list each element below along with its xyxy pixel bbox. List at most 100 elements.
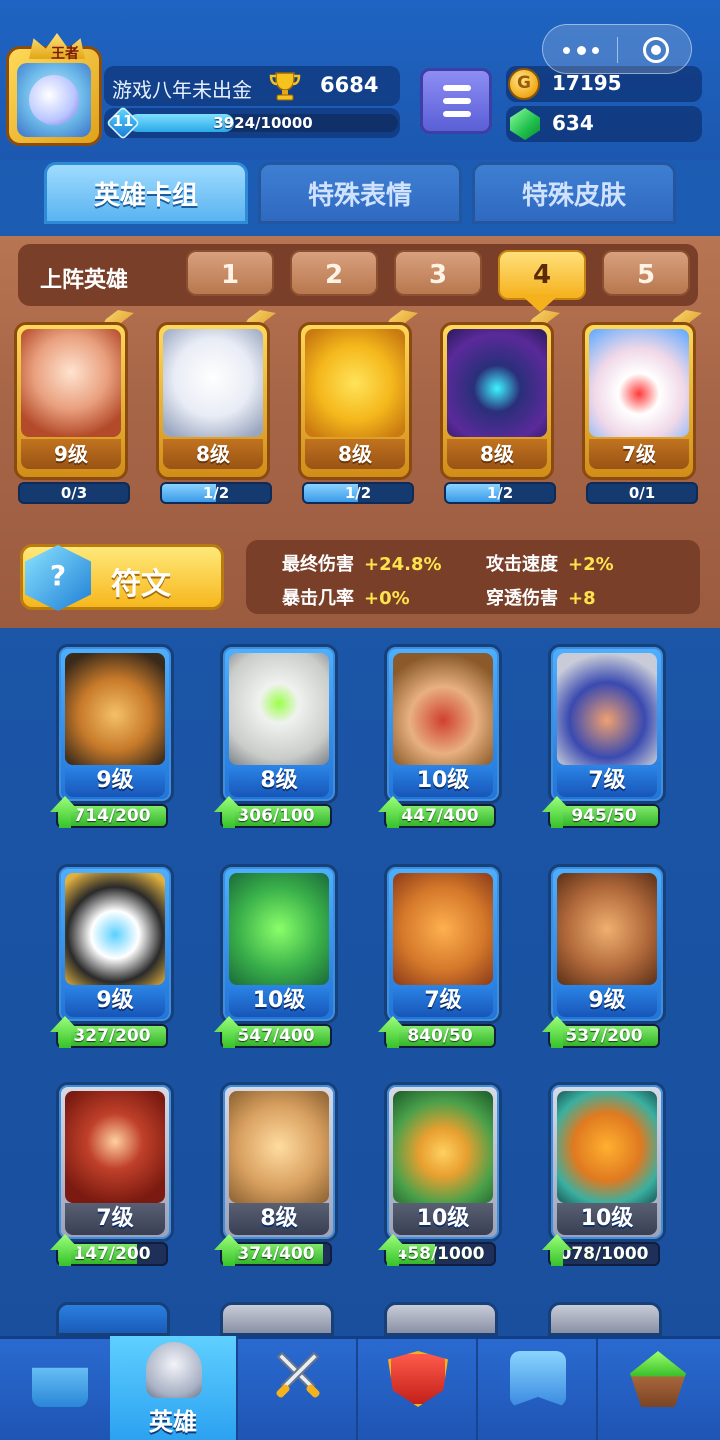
chef-portrait: [305, 329, 405, 437]
mummy-portrait: [229, 653, 329, 765]
hero-card-frame: 10级: [548, 1082, 666, 1242]
tab-special-skins[interactable]: 特殊皮肤: [472, 162, 676, 224]
tab-special-emotes[interactable]: 特殊表情: [258, 162, 462, 224]
nav-team[interactable]: [478, 1339, 598, 1440]
lineup-slot-5[interactable]: 5: [602, 250, 690, 296]
hero-card-level: 7级: [65, 1203, 165, 1235]
bandit-portrait: [393, 653, 493, 765]
hero-frame: 8级: [298, 322, 412, 480]
lineup-panel: 上阵英雄 1 2 3 4 5 9级 0/3 8级 1/2 8级 1/2 8级 1…: [0, 236, 720, 628]
hero-card-frame: 10级: [220, 864, 338, 1024]
hero-card-tribal-mask[interactable]: 10级 078/1000: [542, 1082, 666, 1278]
ghost-portrait: [163, 329, 263, 437]
hero-progress-text: 0/3: [60, 484, 88, 502]
hero-card-frame: 10级: [384, 644, 502, 804]
nav-island[interactable]: [598, 1339, 720, 1440]
tab-hero-deck[interactable]: 英雄卡组: [44, 162, 248, 224]
hero-card-frame: 8级: [220, 1082, 338, 1242]
hero-card-level: 10级: [557, 1203, 657, 1235]
hero-card-goggle-engineer[interactable]: 7级 147/200: [50, 1082, 174, 1278]
lineup-slot-4[interactable]: 4: [498, 250, 586, 300]
close-mini-program-icon[interactable]: [643, 37, 669, 63]
gem-amount: 634: [552, 111, 594, 135]
stat-label: 攻击速度: [486, 554, 558, 575]
hero-card-hooded-ranger[interactable]: 10级 458/1000: [378, 1082, 502, 1278]
hero-card-ogre[interactable]: 8级 374/400: [214, 1082, 338, 1278]
hero-card-mummy[interactable]: 8级 306/100: [214, 644, 338, 840]
hero-card-level: 10级: [393, 765, 493, 797]
rank-badge: 王者: [51, 46, 79, 62]
hero-level: 7级: [589, 439, 689, 469]
goggle-engineer-portrait: [65, 1091, 165, 1203]
panda-monk-portrait: [65, 873, 165, 985]
hero-card-frog-detective[interactable]: 10级 547/400: [214, 864, 338, 1060]
rune-label: 符文: [111, 567, 171, 602]
hero-card-panda-monk[interactable]: 9级 327/200: [50, 864, 174, 1060]
hero-card-archer-girl[interactable]: 7级 840/50: [378, 864, 502, 1060]
trophy-count: 6684: [320, 73, 379, 97]
lineup-slot-2[interactable]: 2: [290, 250, 378, 296]
player-avatar[interactable]: 王者: [6, 33, 102, 146]
gold-amount: 17195: [552, 71, 622, 95]
hero-card-partial[interactable]: [56, 1302, 170, 1336]
lineup-hero-1[interactable]: 9级 0/3: [8, 310, 134, 504]
stat-value: +2%: [568, 554, 614, 575]
tribal-mask-portrait: [557, 1091, 657, 1203]
hero-card-level: 10级: [229, 985, 329, 1017]
stat-label: 穿透伤害: [486, 588, 558, 609]
clown-portrait: [589, 329, 689, 437]
hero-card-level: 8级: [229, 765, 329, 797]
stat-value: +8: [568, 588, 596, 609]
hero-card-bear-warrior[interactable]: 9级 537/200: [542, 864, 666, 1060]
menu-icon-line: [443, 111, 471, 117]
lineup-hero-2[interactable]: 8级 1/2: [150, 310, 276, 504]
hero-card-partial[interactable]: [220, 1302, 334, 1336]
hero-card-level: 8级: [229, 1203, 329, 1235]
lineup-header: 上阵英雄 1 2 3 4 5: [18, 244, 698, 306]
gold-coin-icon: G: [508, 68, 540, 100]
treasure-chest-icon: [32, 1367, 88, 1407]
crossed-swords-icon: [276, 1351, 320, 1398]
menu-button[interactable]: [420, 68, 492, 134]
lineup-hero-4[interactable]: 8级 1/2: [434, 310, 560, 504]
hero-card-partial[interactable]: [384, 1302, 498, 1336]
hero-card-level: 9级: [557, 985, 657, 1017]
hero-card-helmet-soldier[interactable]: 7级 945/50: [542, 644, 666, 840]
mini-program-capsule: [542, 24, 692, 74]
stat-attack-speed: 攻击速度 +2%: [486, 550, 614, 576]
stat-value: +24.8%: [364, 554, 442, 575]
hero-progress-text: 1/2: [486, 484, 514, 502]
hero-frame: 9级: [14, 322, 128, 480]
top-bar: 王者 游戏八年未出金 6684 3924/10000 11 G 17195 63…: [0, 0, 720, 160]
lineup-slot-1[interactable]: 1: [186, 250, 274, 296]
trophy-icon: [269, 72, 301, 101]
nav-battle[interactable]: [238, 1339, 358, 1440]
hero-progress: 0/3: [18, 482, 130, 504]
hero-level: 8级: [305, 439, 405, 469]
nav-heroes[interactable]: 英雄: [110, 1336, 238, 1440]
bear-warrior-portrait: [557, 873, 657, 985]
more-options-icon[interactable]: [563, 46, 599, 55]
menu-icon-line: [443, 98, 471, 104]
hero-progress-text: 0/1: [628, 484, 656, 502]
hero-card-frame: 9级: [548, 864, 666, 1024]
rune-button[interactable]: ? 符文: [20, 544, 224, 611]
hero-card-cowboy-gunner[interactable]: 9级 714/200: [50, 644, 174, 840]
hero-card-frame: 7级: [548, 644, 666, 804]
xp-text: 3924/10000: [213, 114, 313, 132]
nav-rank[interactable]: [358, 1339, 478, 1440]
hero-card-bandit[interactable]: 10级 447/400: [378, 644, 502, 840]
lineup-hero-3[interactable]: 8级 1/2: [292, 310, 418, 504]
knight-helmet-icon: [146, 1342, 202, 1398]
hero-level: 8级: [447, 439, 547, 469]
hero-progress: 1/2: [444, 482, 556, 504]
hero-card-frame: 9级: [56, 644, 174, 804]
player-info: 游戏八年未出金 6684: [104, 66, 400, 106]
lineup-hero-5[interactable]: 7级 0/1: [576, 310, 702, 504]
lineup-slot-3[interactable]: 3: [394, 250, 482, 296]
hero-card-partial[interactable]: [548, 1302, 662, 1336]
stat-label: 最终伤害: [282, 554, 354, 575]
stat-crit-chance: 暴击几率 +0%: [282, 584, 410, 610]
nav-shop[interactable]: [0, 1339, 120, 1440]
dark-mage-portrait: [447, 329, 547, 437]
